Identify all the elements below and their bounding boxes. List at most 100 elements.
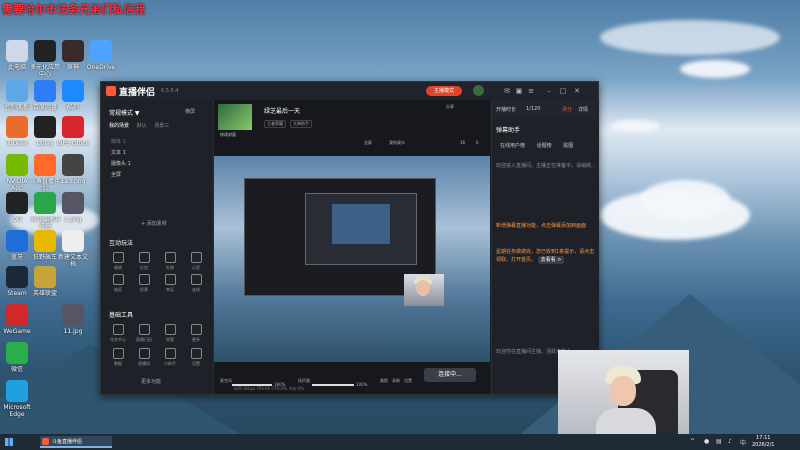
app-icon <box>6 154 28 176</box>
basic-tool[interactable]: 直播间 <box>133 348 155 367</box>
menu-icon[interactable]: ≡ <box>527 87 535 95</box>
gift-icon[interactable]: ▣ <box>515 87 523 95</box>
clock-date: 2026/2/1 <box>752 442 775 448</box>
basic-tool[interactable]: 数据 <box>107 348 129 367</box>
interact-tool[interactable]: 红包 <box>133 252 155 271</box>
start-live-button[interactable]: 连接中... <box>424 368 476 382</box>
desktop-icon[interactable]: 英雄联盟 <box>28 266 62 304</box>
fullscreen-button[interactable]: 全屏 <box>364 140 372 146</box>
basic-tool[interactable]: 小助手 <box>159 348 181 367</box>
interact-tool[interactable]: 心愿 <box>185 252 207 271</box>
basic-tool[interactable]: 直播日历 <box>133 324 155 343</box>
app-icon <box>6 342 28 364</box>
source-item[interactable]: 文本 1 <box>111 149 126 156</box>
tool-label: 房管 <box>166 337 174 342</box>
desktop: 需要哈尔市法务兄弟们私信我 此电脑 多元化应用中心 原神 OneDrive 控制… <box>0 0 800 434</box>
category-chip[interactable]: 大神助手 <box>290 120 312 128</box>
tool-icon <box>164 252 176 263</box>
desktop-icon[interactable]: 123.png <box>56 154 90 192</box>
desktop-icon[interactable]: 微信 <box>0 342 34 380</box>
interact-tool[interactable]: 抽奖 <box>107 274 129 293</box>
tool-label: 设置 <box>192 361 200 366</box>
app-icon <box>62 154 84 176</box>
camera-preview[interactable] <box>404 274 444 306</box>
basic-tool[interactable]: 更多 <box>185 324 207 343</box>
minimize-icon[interactable]: – <box>545 87 553 95</box>
speaker-value: 100% <box>356 382 368 387</box>
taskbar-app[interactable]: 斗鱼直播伴侣 <box>40 436 112 448</box>
tab-stickers[interactable]: 贴图 <box>563 143 573 149</box>
tool-label: 幸运 <box>166 287 174 292</box>
tab-topics[interactable]: 话题榜 <box>537 143 552 149</box>
score-badge[interactable]: 评分 <box>562 106 572 113</box>
maximize-icon[interactable]: □ <box>559 87 567 95</box>
source-item[interactable]: 摄像头 1 <box>111 160 131 167</box>
tool-icon <box>112 252 124 263</box>
app-icon <box>34 40 56 62</box>
app-icon <box>34 154 56 176</box>
desktop-icon[interactable]: WeGame <box>0 304 34 342</box>
volume-icon[interactable]: ♪ <box>728 438 732 445</box>
interact-tool[interactable]: 幸运 <box>159 274 181 293</box>
ime-icon[interactable]: 中 <box>740 438 746 447</box>
room-cover-thumbnail[interactable] <box>218 104 252 130</box>
tool-label: 直播日历 <box>136 337 152 342</box>
app-icon <box>6 192 28 214</box>
user-avatar[interactable] <box>473 85 484 96</box>
stat-label: 开播时长 <box>496 107 517 113</box>
desktop-icon[interactable]: 11.jpg <box>56 304 90 342</box>
go-see-button[interactable]: 去看看 > <box>537 256 565 264</box>
app-icon <box>6 380 28 402</box>
interact-tool[interactable]: 连线 <box>185 274 207 293</box>
chat-message: 欢迎进入直播间，主播正在准备中，请稍候... <box>496 163 596 169</box>
interact-tool[interactable]: 礼物 <box>159 252 181 271</box>
beauty-button[interactable]: 美颜 <box>380 378 388 384</box>
speaker-slider[interactable] <box>312 384 354 386</box>
left-panel: 常规模式 ▼ 横屏 我的场景 默认 场景三 媒体 1 文本 1 摄像头 1 全屏… <box>101 100 214 394</box>
desktop-icon[interactable]: 新建文本文档 <box>56 230 90 268</box>
mode-button[interactable]: 主播模式 <box>426 86 462 96</box>
desktop-icon[interactable]: 酷狗 <box>56 80 90 118</box>
room-title[interactable]: 绿芝最后一天 <box>264 106 300 115</box>
basic-tool[interactable]: 任务中心 <box>107 324 129 343</box>
tool-label: 更多 <box>192 337 200 342</box>
scene-tab[interactable]: 我的场景 <box>109 123 129 129</box>
mail-icon[interactable]: ✉ <box>503 87 511 95</box>
interact-tool[interactable]: 福袋 <box>107 252 129 271</box>
scene-mode-select[interactable]: 常规模式 ▼ <box>109 108 140 117</box>
desktop-icon[interactable]: WPS Office <box>56 116 90 154</box>
mic-icon[interactable]: ● <box>704 438 709 445</box>
scene-tab[interactable]: 默认 <box>137 123 147 129</box>
close-icon[interactable]: ✕ <box>573 87 581 95</box>
orientation-label[interactable]: 横屏 <box>185 108 195 115</box>
tab-online-users[interactable]: 在线用户榜 <box>500 143 525 149</box>
settings-button[interactable]: 设置 <box>404 378 412 384</box>
category-chip[interactable]: 王者荣耀 <box>264 120 286 128</box>
record-button[interactable]: 录制 <box>392 378 400 384</box>
desktop-icon[interactable]: Microsoft Edge <box>0 380 34 418</box>
desktop-icon[interactable]: 1.png <box>56 192 90 230</box>
live-preview[interactable] <box>214 156 490 362</box>
clock-time: 17:11 <box>756 435 771 441</box>
stream-status: 码率 0kbps FPS:60 CPU:0% 内存:0% <box>234 386 305 391</box>
right-tabs: 在线用户榜 话题榜 贴图 <box>500 142 583 149</box>
share-button[interactable]: 分享 <box>446 104 454 110</box>
edit-cover-label[interactable]: 修改封面 <box>220 132 236 138</box>
center-panel: 修改封面 绿芝最后一天 王者荣耀 大神助手 全屏 我的观众 分享 16 0 麦克… <box>214 100 490 394</box>
tray-chevron-icon[interactable]: ^ <box>690 438 695 445</box>
basic-tool[interactable]: 设置 <box>185 348 207 367</box>
network-icon[interactable]: ▤ <box>716 438 722 445</box>
more-features-button[interactable]: 更多功能 <box>141 378 161 385</box>
basic-tool[interactable]: 房管 <box>159 324 181 343</box>
desktop-icon[interactable]: OneDrive <box>84 40 118 78</box>
scene-tab[interactable]: 场景三 <box>154 123 169 129</box>
source-item[interactable]: 全屏 <box>111 171 121 178</box>
interact-tool[interactable]: 投票 <box>133 274 155 293</box>
app-icon <box>6 266 28 288</box>
details-link[interactable]: 详情 <box>578 106 588 113</box>
system-clock[interactable]: 17:11 2026/2/1 <box>752 435 774 449</box>
add-source-button[interactable]: + 添加素材 <box>141 220 167 227</box>
my-audience-button[interactable]: 我的观众 <box>389 140 405 146</box>
start-icon[interactable] <box>5 438 13 446</box>
source-item[interactable]: 媒体 1 <box>111 138 126 145</box>
